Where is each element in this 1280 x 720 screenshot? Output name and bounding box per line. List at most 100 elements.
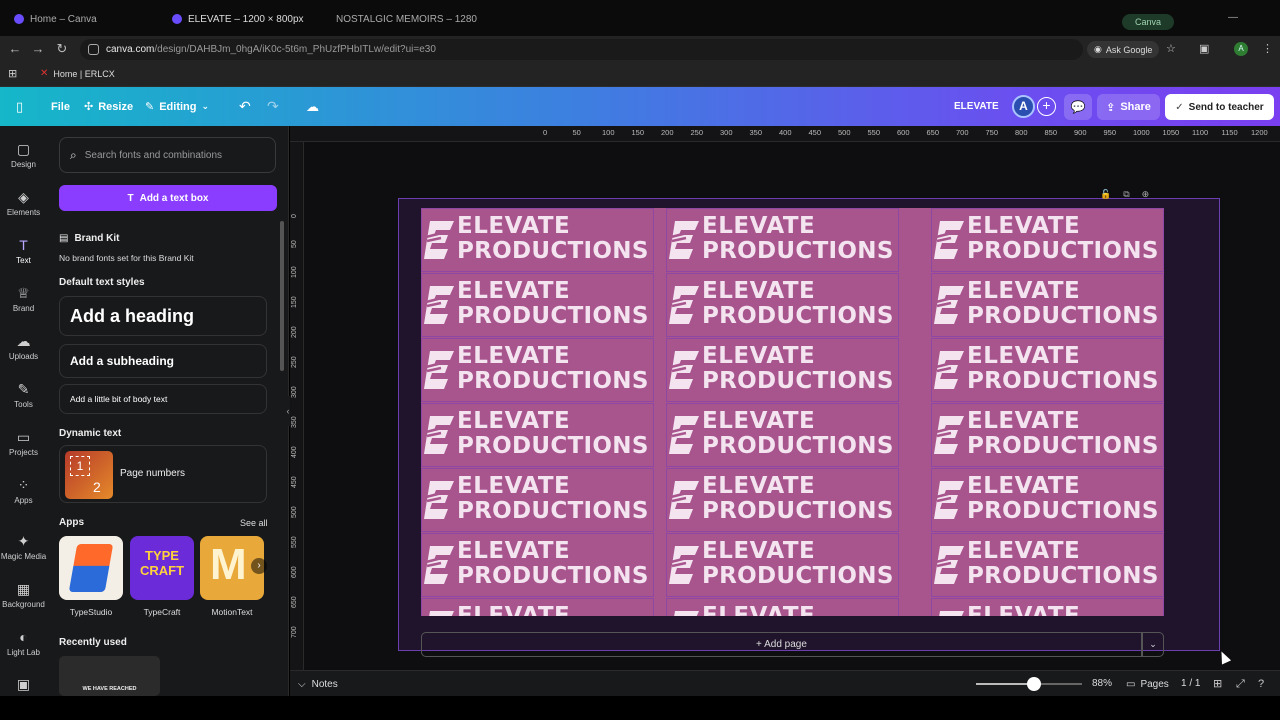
logo-tile[interactable]: ELEVATEPRODUCTIONS bbox=[666, 403, 899, 467]
rail-item-apps[interactable]: ⁘ Apps bbox=[0, 477, 47, 505]
undo-icon[interactable]: ↶ bbox=[239, 87, 251, 126]
logo-tile[interactable]: ELEVATEPRODUCTIONS bbox=[666, 468, 899, 532]
elevate-logo-icon bbox=[424, 481, 454, 519]
add-subheading-card[interactable]: Add a subheading bbox=[59, 344, 267, 378]
screen-bottom bbox=[0, 696, 1280, 720]
pages-label: Pages bbox=[1140, 678, 1169, 690]
ruler-tick-label: 650 bbox=[926, 128, 940, 137]
resize-button[interactable]: ✣ Resize bbox=[84, 87, 133, 126]
lock-icon[interactable]: 🔓 bbox=[1100, 189, 1111, 200]
ruler-tick-label: 800 bbox=[1015, 128, 1028, 137]
back-icon[interactable]: ← bbox=[7, 41, 23, 56]
file-menu[interactable]: File bbox=[51, 87, 70, 126]
ruler-tick-label: 350 bbox=[749, 128, 763, 137]
browser-menu-icon[interactable]: ⋮ bbox=[1262, 42, 1273, 55]
profile-avatar[interactable]: A bbox=[1234, 42, 1248, 56]
site-info-icon[interactable] bbox=[88, 44, 99, 55]
apps-grid-icon[interactable]: ⊞ bbox=[8, 67, 17, 80]
help-icon[interactable]: ? bbox=[1258, 671, 1264, 697]
add-page-button[interactable]: + Add page bbox=[421, 632, 1142, 657]
rail-item-brand[interactable]: ♕ Brand bbox=[0, 285, 47, 313]
logo-tile[interactable]: ELEVATEPRODUCTIONS bbox=[421, 468, 654, 532]
rail-item-background[interactable]: ▦ Background bbox=[0, 581, 47, 609]
share-button[interactable]: ⇪ Share bbox=[1097, 94, 1160, 120]
logo-tile[interactable]: ELEVATEPRODUCTIONS bbox=[421, 338, 654, 402]
reload-icon[interactable]: ↻ bbox=[54, 41, 70, 57]
browser-tab[interactable]: Home – Canva bbox=[14, 10, 134, 28]
logo-tile[interactable]: ELEVATEPRODUCTIONS bbox=[666, 208, 899, 272]
logo-tile[interactable]: ELEVATEPRODUCTIONS bbox=[421, 598, 654, 616]
logo-wordmark: ELEVATEPRODUCTIONS bbox=[967, 604, 1159, 617]
rail-item-projects[interactable]: ▭ Projects bbox=[0, 429, 47, 457]
logo-tile[interactable]: ELEVATEPRODUCTIONS bbox=[931, 208, 1164, 272]
page-numbers-card[interactable]: 1 2 Page numbers bbox=[59, 445, 267, 503]
brand-kit-header[interactable]: ▤ Brand Kit bbox=[59, 233, 119, 244]
toggle-sidebar-icon[interactable]: ▯ bbox=[16, 87, 23, 126]
collaborator-avatar[interactable]: A bbox=[1012, 95, 1035, 118]
minimize-icon[interactable]: — bbox=[1228, 12, 1238, 23]
logo-tile[interactable]: ELEVATEPRODUCTIONS bbox=[931, 533, 1164, 597]
duplicate-page-icon[interactable]: ⧉ bbox=[1123, 189, 1129, 200]
ask-google-button[interactable]: ◉ Ask Google bbox=[1087, 41, 1160, 58]
logo-tile[interactable]: ELEVATEPRODUCTIONS bbox=[931, 598, 1164, 616]
logo-tile[interactable]: ELEVATEPRODUCTIONS bbox=[666, 598, 899, 616]
logo-tile[interactable]: ELEVATEPRODUCTIONS bbox=[421, 403, 654, 467]
rail-item-elements[interactable]: ◈ Elements bbox=[0, 189, 47, 217]
design-title[interactable]: ELEVATE bbox=[954, 87, 999, 126]
grid-view-icon[interactable]: ⊞ bbox=[1213, 671, 1222, 697]
logo-tile[interactable]: ELEVATEPRODUCTIONS bbox=[931, 273, 1164, 337]
recent-item-thumbnail[interactable]: WE HAVE REACHED bbox=[59, 656, 160, 696]
logo-wordmark: ELEVATEPRODUCTIONS bbox=[457, 214, 649, 264]
pages-button[interactable]: ▭ Pages bbox=[1126, 671, 1169, 697]
side-panel-icon[interactable]: ▣ bbox=[1199, 42, 1209, 55]
panel-scrollbar[interactable] bbox=[280, 221, 284, 371]
see-all-link[interactable]: See all bbox=[240, 518, 268, 528]
add-collaborator-icon[interactable]: + bbox=[1037, 97, 1056, 116]
logo-tile[interactable]: ELEVATEPRODUCTIONS bbox=[421, 273, 654, 337]
tab-badge[interactable]: Canva bbox=[1122, 14, 1174, 30]
cloud-save-icon[interactable]: ☁ bbox=[306, 87, 319, 126]
zoom-slider-handle[interactable] bbox=[1027, 677, 1041, 691]
fullscreen-icon[interactable]: ⤢ bbox=[1236, 671, 1245, 697]
logo-tile[interactable]: ELEVATEPRODUCTIONS bbox=[421, 208, 654, 272]
rail-item-more[interactable]: ▣ bbox=[0, 676, 47, 695]
add-page-icon[interactable]: ⊕ bbox=[1142, 189, 1150, 200]
forward-icon[interactable]: → bbox=[30, 41, 46, 56]
browser-tab-active[interactable]: ELEVATE – 1200 × 800px bbox=[172, 10, 312, 28]
add-page-options-icon[interactable]: ⌄ bbox=[1142, 632, 1164, 657]
logo-tile[interactable]: ELEVATEPRODUCTIONS bbox=[931, 338, 1164, 402]
rail-item-tools[interactable]: ✎ Tools bbox=[0, 381, 47, 409]
rail-item-light-lab[interactable]: ◐ Light Lab bbox=[0, 629, 47, 657]
notes-button[interactable]: ⌵ Notes bbox=[298, 671, 338, 697]
logo-line-elevate: ELEVATE bbox=[702, 213, 816, 239]
design-page[interactable]: ELEVATE PRODUCTIONS ELEVATE PRODUCTIONS ELEV… bbox=[421, 208, 1164, 616]
apps-next-icon[interactable]: › bbox=[251, 558, 267, 574]
editing-mode-button[interactable]: ✎ Editing ⌄ bbox=[145, 87, 209, 126]
logo-tile[interactable]: ELEVATEPRODUCTIONS bbox=[666, 533, 899, 597]
rail-item-design[interactable]: ▢ Design bbox=[0, 141, 47, 169]
redo-icon[interactable]: ↷ bbox=[267, 87, 279, 126]
zoom-level[interactable]: 88% bbox=[1092, 671, 1112, 697]
font-search-input[interactable]: ⌕ Search fonts and combinations bbox=[59, 137, 276, 173]
logo-tile[interactable]: ELEVATEPRODUCTIONS bbox=[421, 533, 654, 597]
bookmark-home[interactable]: ✕ Home | ERLCX bbox=[40, 68, 115, 79]
rail-item-magic-media[interactable]: ✦ Magic Media bbox=[0, 533, 47, 561]
comment-icon[interactable]: 💬 bbox=[1064, 94, 1092, 120]
send-to-teacher-button[interactable]: ✓ Send to teacher bbox=[1165, 94, 1274, 120]
typecraft-app-tile[interactable]: TYPE CRAFT bbox=[130, 536, 194, 600]
logo-tile[interactable]: ELEVATEPRODUCTIONS bbox=[666, 338, 899, 402]
magic-media-icon: ✦ bbox=[17, 533, 30, 549]
logo-tile[interactable]: ELEVATEPRODUCTIONS bbox=[666, 273, 899, 337]
add-body-text-card[interactable]: Add a little bit of body text bbox=[59, 384, 267, 414]
rail-item-text[interactable]: T Text bbox=[0, 237, 47, 265]
logo-tile[interactable]: ELEVATEPRODUCTIONS bbox=[931, 468, 1164, 532]
add-heading-card[interactable]: Add a heading bbox=[59, 296, 267, 336]
rail-item-uploads[interactable]: ☁ Uploads bbox=[0, 333, 47, 361]
add-text-box-button[interactable]: T Add a text box bbox=[59, 185, 277, 211]
address-bar[interactable]: canva.com/design/DAHBJm_0hgA/iK0c-5t6m_P… bbox=[80, 39, 1083, 60]
logo-tile[interactable]: ELEVATEPRODUCTIONS bbox=[931, 403, 1164, 467]
browser-tab[interactable]: NOSTALGIC MEMOIRS – 1280 × 800px bbox=[330, 10, 480, 28]
typestudio-app-tile[interactable] bbox=[59, 536, 123, 600]
star-icon[interactable]: ☆ bbox=[1166, 42, 1176, 55]
logo-line-elevate: ELEVATE bbox=[457, 343, 571, 369]
